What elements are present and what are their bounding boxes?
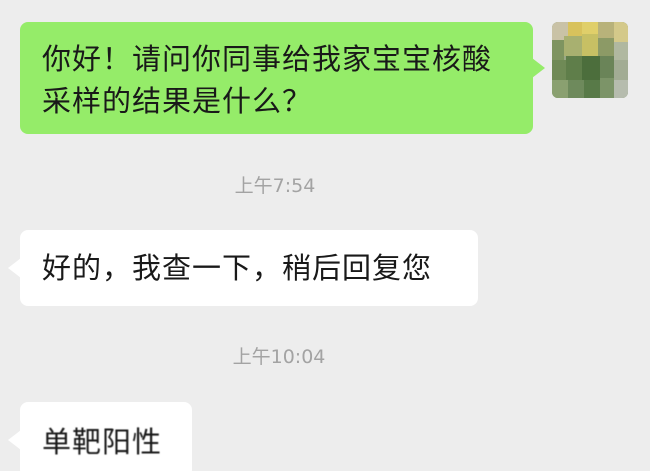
outgoing-message-bubble[interactable]: 你好！请问你同事给我家宝宝核酸 采样的结果是什么？	[20, 22, 545, 134]
incoming-message-bubble[interactable]: 好的，我查一下，稍后回复您	[8, 230, 478, 306]
message-text-line-1: 你好！请问你同事给我家宝宝核酸	[42, 42, 493, 76]
message-timestamp: 上午7:54	[234, 175, 316, 197]
user-avatar-icon[interactable]	[552, 22, 628, 98]
message-text: 单靶阳性	[42, 425, 163, 459]
message-text-line-2: 采样的结果是什么？	[42, 84, 313, 118]
chat-window: 你好！请问你同事给我家宝宝核酸 采样的结果是什么？ 上午7:54 好的，我查一下…	[0, 0, 650, 471]
incoming-message-bubble[interactable]: 单靶阳性	[8, 402, 192, 471]
message-timestamp: 上午10:04	[232, 346, 326, 368]
message-text: 好的，我查一下，稍后回复您	[42, 251, 433, 285]
